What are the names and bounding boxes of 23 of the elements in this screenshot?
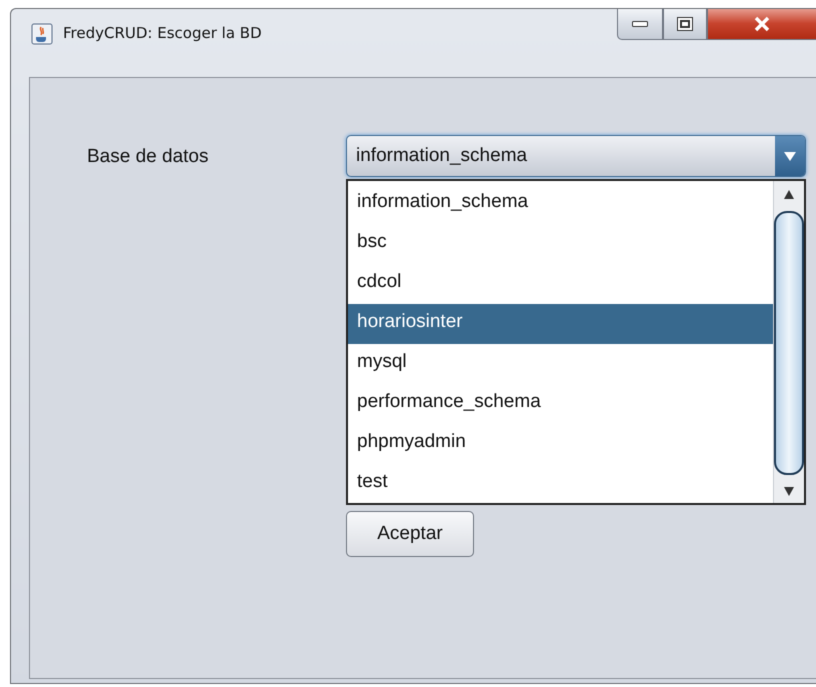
list-item[interactable]: mysql: [348, 344, 773, 384]
field-label: Base de datos: [87, 145, 210, 168]
java-cup-icon: [31, 23, 53, 45]
list-item[interactable]: test: [348, 464, 773, 504]
maximize-icon: [677, 16, 693, 30]
minimize-button[interactable]: [617, 9, 663, 40]
list-item[interactable]: horariosinter: [348, 304, 773, 344]
list-item[interactable]: cdcol: [348, 264, 773, 304]
list-item[interactable]: phpmyadmin: [348, 424, 773, 464]
scroll-up-icon[interactable]: [783, 189, 795, 201]
caret-down-icon: [784, 152, 796, 160]
list-item[interactable]: performance_schema: [348, 384, 773, 424]
window-title: FredyCRUD: Escoger la BD: [63, 24, 262, 42]
database-dropdown[interactable]: information_schema: [346, 135, 806, 177]
scroll-down-icon[interactable]: [783, 485, 795, 497]
list-item[interactable]: bsc: [348, 224, 773, 264]
minimize-icon: [632, 20, 648, 26]
maximize-button[interactable]: [663, 9, 707, 40]
close-icon: [753, 16, 771, 32]
accept-button[interactable]: Aceptar: [346, 511, 474, 557]
list-item[interactable]: information_schema: [348, 184, 773, 224]
scrollbar[interactable]: [773, 181, 804, 503]
close-button[interactable]: [707, 9, 816, 40]
